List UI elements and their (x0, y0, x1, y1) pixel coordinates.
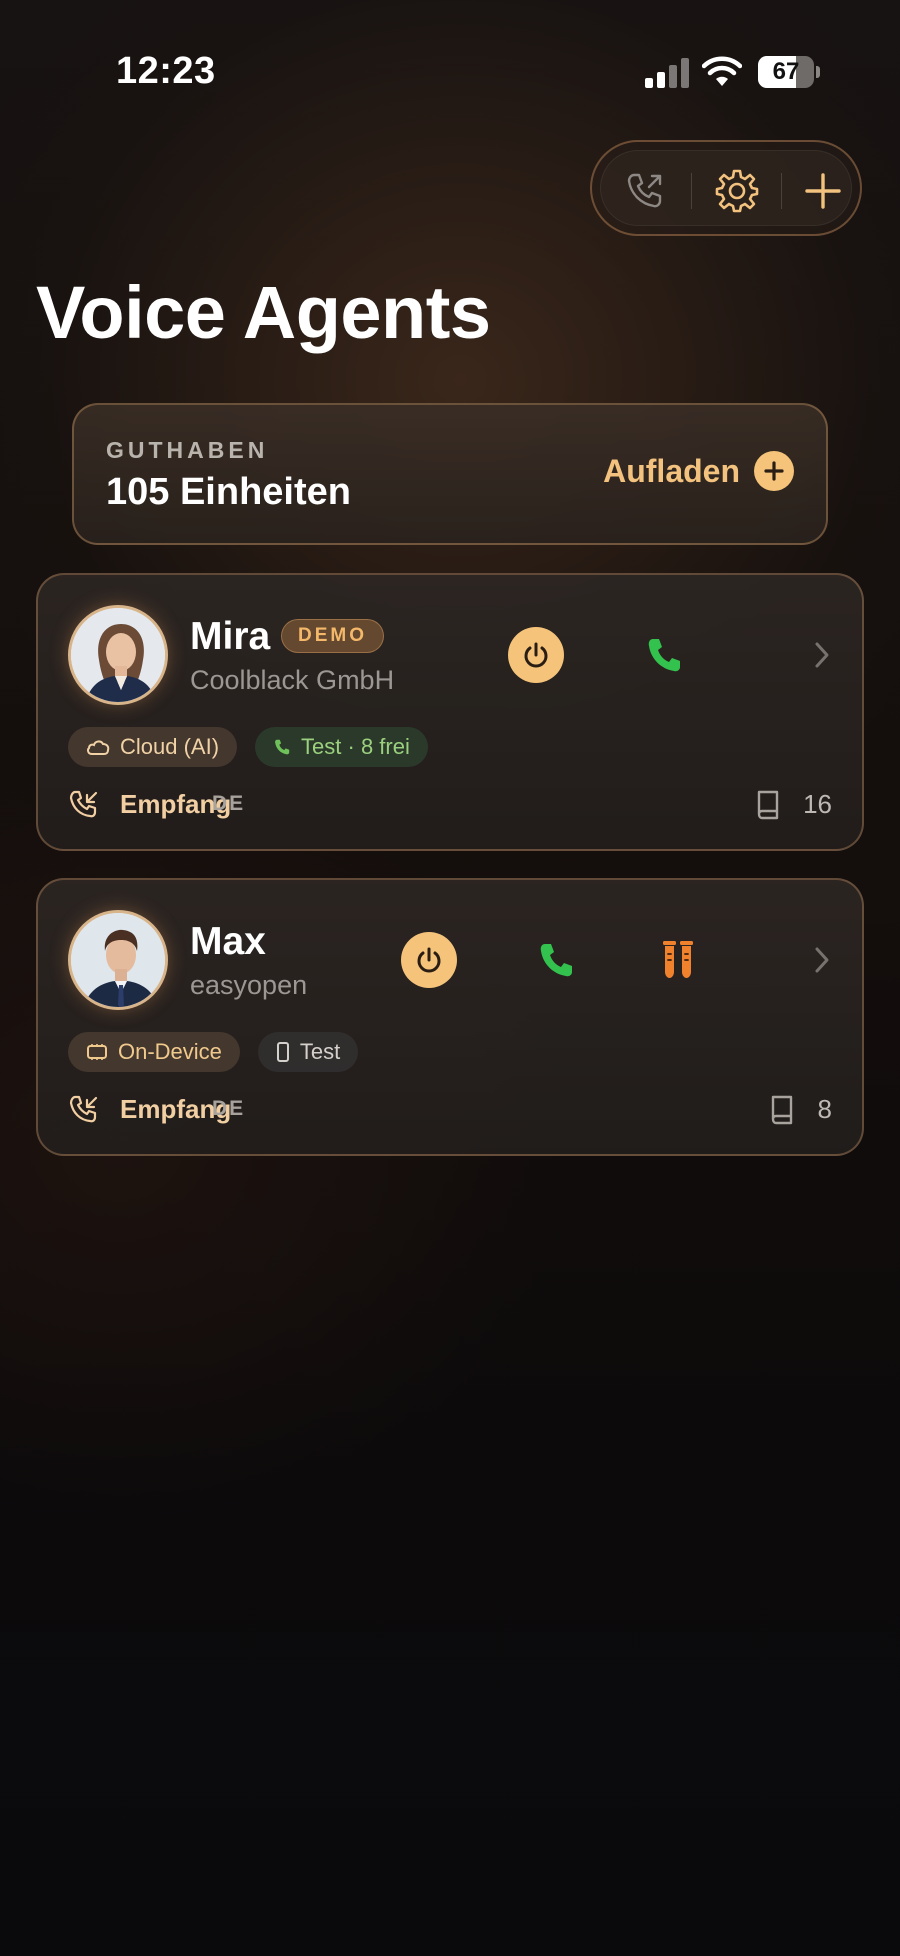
test-chip-label: Test · 8 frei (301, 734, 410, 759)
test-lab-button[interactable] (656, 936, 700, 984)
book-icon (771, 1095, 793, 1125)
toolbar-divider (691, 173, 692, 209)
add-agent-button[interactable] (781, 151, 865, 231)
chevron-right-icon[interactable] (812, 944, 832, 976)
battery-icon: 67 (758, 56, 820, 88)
balance-card: GUTHABEN 105 Einheiten Aufladen (72, 403, 828, 545)
power-toggle-button[interactable] (401, 932, 457, 988)
chip-processor-icon (87, 1044, 107, 1060)
wifi-icon (702, 56, 742, 86)
agent-chips: Cloud (AI) Test · 8 frei (68, 727, 428, 767)
knowledge-count: 16 (803, 789, 832, 819)
call-button[interactable] (642, 633, 686, 677)
status-bar: 12:23 67 (0, 0, 900, 140)
agent-name: Mira (190, 615, 271, 658)
agent-card[interactable]: Mira DEMO Coolblack GmbH Cloud (AI) Test… (36, 573, 864, 851)
toolbar (590, 140, 862, 236)
agent-card[interactable]: Max easyopen On-Device Test Empfang DE 8 (36, 878, 864, 1156)
agent-language: DE (212, 1097, 246, 1120)
gear-icon (715, 169, 759, 213)
top-up-label: Aufladen (603, 452, 740, 489)
engine-chip-label: Cloud (AI) (120, 734, 220, 759)
power-icon (524, 642, 548, 668)
inbound-call-icon (69, 1095, 98, 1123)
agent-name: Max (190, 920, 266, 963)
power-icon (417, 947, 441, 973)
settings-button[interactable] (695, 151, 779, 231)
plus-icon (805, 173, 841, 209)
power-toggle-button[interactable] (508, 627, 564, 683)
balance-value: 105 Einheiten (106, 471, 351, 513)
top-up-button[interactable]: Aufladen (603, 451, 794, 491)
agent-avatar (68, 910, 168, 1010)
test-tubes-icon (663, 941, 693, 978)
smartphone-icon (276, 1042, 289, 1062)
book-icon (757, 790, 779, 820)
agent-company: easyopen (190, 970, 308, 1000)
engine-chip: Cloud (AI) (68, 727, 238, 767)
inbound-call-icon (69, 790, 98, 818)
battery-percentage: 67 (772, 58, 800, 85)
agent-footer: Empfang DE 8 (68, 1090, 832, 1130)
balance-label: GUTHABEN (106, 437, 269, 463)
phone-icon (275, 739, 290, 755)
demo-badge: DEMO (281, 619, 384, 653)
engine-chip: On-Device (68, 1032, 240, 1072)
phone-icon (540, 944, 572, 977)
call-forward-icon (627, 173, 662, 208)
knowledge-count: 8 (817, 1094, 832, 1124)
call-button[interactable] (534, 938, 578, 982)
agent-chips: On-Device Test (68, 1032, 359, 1072)
plus-circle-icon (754, 451, 794, 491)
agent-language: DE (212, 792, 246, 815)
test-chip[interactable]: Test · 8 frei (255, 727, 428, 767)
agent-avatar (68, 605, 168, 705)
call-forward-button[interactable] (603, 151, 687, 231)
engine-chip-label: On-Device (118, 1039, 222, 1064)
phone-icon (648, 639, 680, 672)
chevron-right-icon[interactable] (812, 639, 832, 671)
status-time: 12:23 (116, 50, 216, 92)
agent-footer: Empfang DE 16 (68, 785, 832, 825)
cellular-signal-icon (645, 58, 689, 88)
cloud-icon (87, 740, 110, 755)
page-title: Voice Agents (36, 271, 491, 354)
test-chip[interactable]: Test (257, 1032, 359, 1072)
agent-company: Coolblack GmbH (190, 665, 395, 695)
test-chip-label: Test (299, 1039, 341, 1064)
